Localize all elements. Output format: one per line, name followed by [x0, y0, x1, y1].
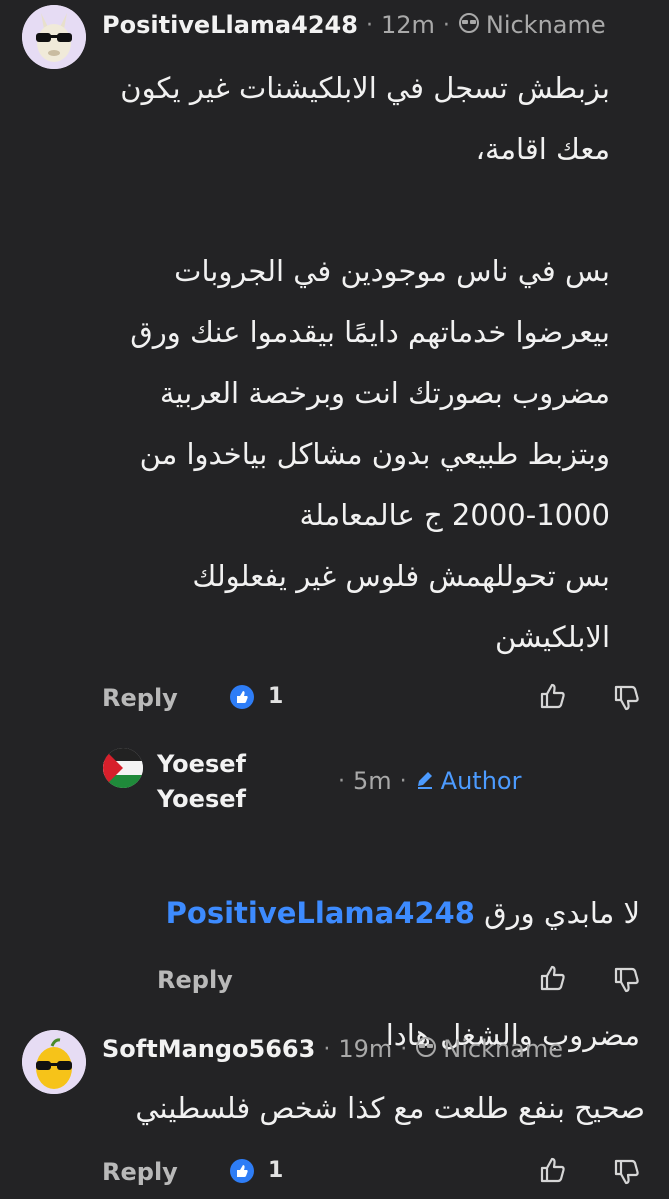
separator-dot: · — [400, 1036, 408, 1062]
llama-avatar-icon — [22, 5, 86, 69]
upvote-count: 1 — [268, 1158, 284, 1183]
separator-dot: · — [442, 12, 450, 38]
user-mention[interactable]: PositiveLlama4248 — [166, 896, 475, 930]
reply-button[interactable]: Reply — [102, 1158, 178, 1186]
comment-body: صحيح بنفع طلعت مع كذا شخص فلسطيني — [135, 1091, 645, 1125]
palestine-flag-avatar-icon — [103, 748, 143, 788]
pencil-icon — [415, 769, 435, 793]
author-tag: Author — [440, 767, 522, 795]
separator-dot: · — [399, 768, 407, 794]
thumbs-up-icon[interactable] — [538, 963, 568, 993]
thumbs-up-icon[interactable] — [538, 681, 568, 711]
sunglasses-face-icon — [415, 1036, 437, 1062]
avatar[interactable] — [22, 5, 86, 69]
comment-body-text: لا مابدي ورق — [484, 896, 640, 930]
upvote-badge: 1 — [230, 684, 283, 709]
mango-avatar-icon — [22, 1030, 86, 1094]
thumbs-down-icon[interactable] — [612, 683, 642, 713]
avatar[interactable] — [22, 1030, 86, 1094]
avatar[interactable] — [103, 748, 143, 788]
thumbs-down-icon[interactable] — [612, 1157, 642, 1187]
upvote-badge: 1 — [230, 1158, 283, 1183]
upvote-count: 1 — [268, 684, 284, 709]
thumbs-up-icon[interactable] — [538, 1155, 568, 1185]
separator-dot: · — [365, 12, 373, 38]
thumbs-down-icon[interactable] — [612, 965, 642, 995]
comment-actions: Reply — [0, 960, 669, 1000]
comment-actions: Reply 1 — [0, 1152, 669, 1192]
reply-button[interactable]: Reply — [102, 684, 178, 712]
comment-body: بزبطش تسجل في الابلكيشنات غير يكون معك ا… — [120, 71, 610, 654]
separator-dot: · — [338, 768, 345, 794]
sunglasses-face-icon — [458, 12, 480, 38]
timestamp: 5m — [353, 767, 392, 795]
comment-body-line: لا مابدي ورق PositiveLlama4248 — [155, 883, 640, 944]
upvote-icon — [230, 1158, 254, 1183]
comment-meta: · 5m · Author — [330, 766, 521, 796]
comment-meta: SoftMango5663 · 19m · Nickname — [102, 1034, 563, 1064]
username[interactable]: SoftMango5663 — [102, 1035, 315, 1063]
timestamp: 19m — [338, 1035, 393, 1063]
username[interactable]: PositiveLlama4248 — [102, 11, 358, 39]
separator-dot: · — [323, 1036, 331, 1062]
timestamp: 12m — [380, 11, 435, 39]
comment-meta: PositiveLlama4248 · 12m · Nickname — [102, 10, 606, 40]
reply-button[interactable]: Reply — [157, 966, 233, 994]
upvote-icon — [230, 684, 254, 709]
nickname-tag: Nickname — [443, 1035, 564, 1063]
username[interactable]: Yoesef Yoesef — [157, 747, 246, 817]
nickname-tag: Nickname — [485, 11, 606, 39]
comment-actions: Reply 1 — [0, 678, 669, 718]
